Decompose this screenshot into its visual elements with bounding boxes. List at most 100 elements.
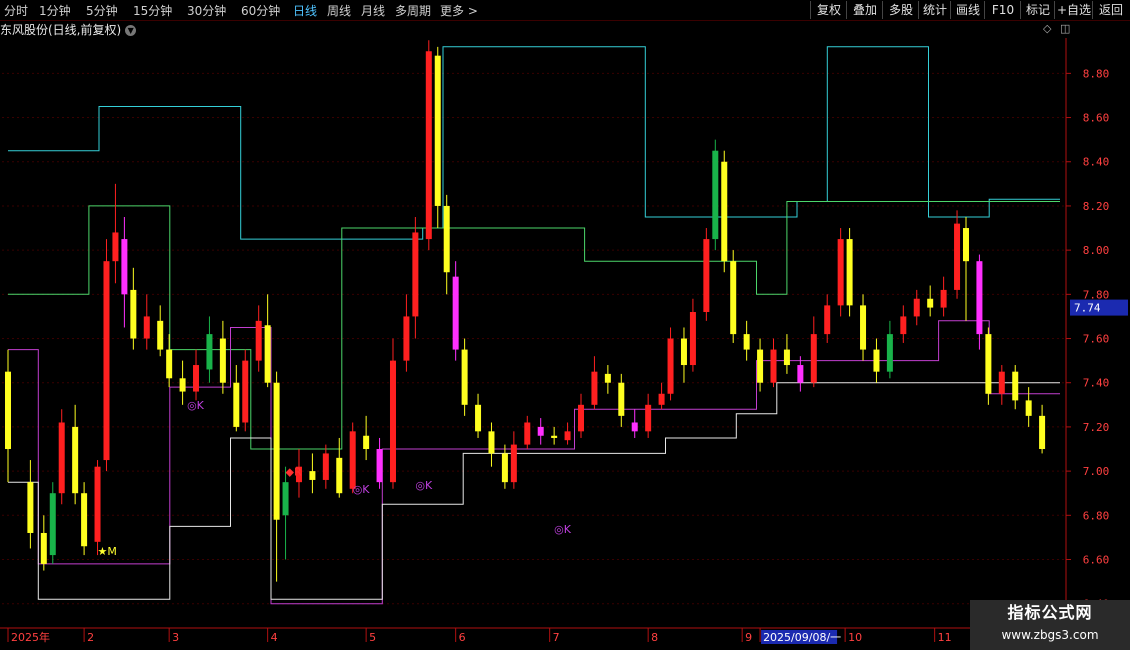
- candle-body: [403, 316, 410, 361]
- x-tick-label: 6: [459, 631, 466, 644]
- candle-body: [712, 150, 719, 240]
- candle-body: [58, 422, 65, 494]
- candle-body: [363, 435, 370, 450]
- candle-body: [121, 239, 128, 295]
- candle-body: [680, 338, 687, 366]
- candle-body: [5, 371, 11, 450]
- x-tick-label: 2025年: [11, 630, 50, 644]
- candle-body: [166, 349, 173, 379]
- candle-body: [743, 334, 750, 350]
- x-tick-label: 5: [369, 631, 376, 644]
- watermark-title: 指标公式网: [1007, 603, 1093, 622]
- y-tick-label: 7.60: [1083, 333, 1110, 346]
- candle-body: [49, 493, 56, 556]
- candle-body: [860, 305, 867, 350]
- candle-body: [998, 371, 1005, 394]
- candle-body: [112, 232, 119, 262]
- candle-body: [658, 393, 665, 405]
- y-tick-label: 7.80: [1083, 288, 1110, 301]
- candle-body: [81, 493, 88, 547]
- candle-body: [810, 334, 817, 383]
- y-tick-label: 7.20: [1083, 421, 1110, 434]
- y-tick-label: 8.00: [1083, 244, 1110, 257]
- candle-body: [618, 382, 625, 416]
- candle-body: [886, 334, 893, 372]
- candle-body: [703, 239, 710, 313]
- y-tick-label: 7.00: [1083, 465, 1110, 478]
- candle-body: [179, 378, 186, 392]
- y-tick-label: 8.80: [1083, 67, 1110, 80]
- candle-body: [389, 360, 396, 483]
- candle-body: [962, 228, 969, 262]
- signal-label: ◎K: [415, 479, 433, 492]
- x-tick-label: 8: [651, 631, 658, 644]
- y-tick-label: 8.60: [1083, 112, 1110, 125]
- candle-body: [322, 453, 329, 480]
- watermark: 指标公式网 www.zbgs3.com: [970, 600, 1130, 650]
- x-tick-label: 7: [553, 631, 560, 644]
- candle-body: [157, 320, 164, 350]
- candle-body: [282, 482, 289, 516]
- candle-body: [264, 325, 271, 383]
- x-tick-label: 10: [848, 631, 862, 644]
- candle-body: [783, 349, 790, 366]
- signal-label: ◆R: [286, 466, 302, 479]
- candle-body: [689, 312, 696, 366]
- x-tick-label: 4: [271, 631, 278, 644]
- candle-body: [667, 338, 674, 394]
- y-tick-label: 8.20: [1083, 200, 1110, 213]
- candle-body: [461, 349, 468, 405]
- x-tick-label: 2: [87, 631, 94, 644]
- candle-body: [273, 382, 280, 520]
- candle-body: [797, 365, 804, 383]
- candles: [5, 40, 1046, 582]
- candle-body: [940, 289, 947, 308]
- candle-body: [27, 482, 34, 533]
- candle-body: [130, 289, 137, 339]
- candle-body: [349, 431, 356, 489]
- candle-body: [412, 232, 419, 317]
- candle-body: [510, 444, 517, 483]
- candle-body: [193, 365, 200, 392]
- signal-label: ◎K: [353, 483, 371, 496]
- candle-body: [537, 426, 544, 436]
- x-axis: 2025年 2 3 4 5 6 7 8 9 2025/09/08/一 10 11: [7, 628, 952, 644]
- candle-body: [434, 55, 441, 206]
- candle-body: [837, 239, 844, 306]
- candle-body: [1039, 415, 1046, 450]
- candle-body: [255, 320, 262, 361]
- candle-body: [219, 338, 226, 383]
- candle-body: [578, 404, 585, 432]
- candle-body: [631, 422, 638, 432]
- candle-body: [551, 435, 558, 438]
- price-chart[interactable]: ◎K◆R◎K◎K◎K★M 6.406.606.807.007.207.407.6…: [0, 0, 1130, 650]
- candle-body: [1012, 371, 1019, 401]
- candle-body: [824, 305, 831, 335]
- candle-body: [336, 457, 343, 494]
- y-axis: 6.406.606.807.007.207.407.607.808.008.20…: [1066, 67, 1128, 611]
- candle-body: [730, 261, 737, 335]
- y-tick-label: 8.40: [1083, 156, 1110, 169]
- candle-body: [233, 382, 240, 427]
- candle-body: [376, 449, 383, 483]
- candle-body: [242, 360, 249, 423]
- candle-body: [913, 298, 920, 317]
- candle-body: [591, 371, 598, 405]
- candle-body: [501, 453, 508, 483]
- y-tick-label: 7.40: [1083, 377, 1110, 390]
- candle-body: [488, 431, 495, 454]
- candle-body: [564, 431, 571, 441]
- candle-body: [425, 51, 432, 240]
- candle-body: [143, 316, 150, 339]
- candle-body: [72, 426, 79, 494]
- signal-label: ◎K: [187, 399, 205, 412]
- candle-body: [757, 349, 764, 383]
- candle-body: [443, 205, 450, 273]
- candle-body: [1025, 400, 1032, 416]
- y-tick-label: 6.60: [1083, 553, 1110, 566]
- candle-body: [206, 334, 213, 370]
- signal-label: ◎K: [554, 523, 572, 536]
- cyan-step-line: [8, 46, 1060, 240]
- candle-body: [103, 261, 110, 461]
- candle-body: [604, 373, 611, 383]
